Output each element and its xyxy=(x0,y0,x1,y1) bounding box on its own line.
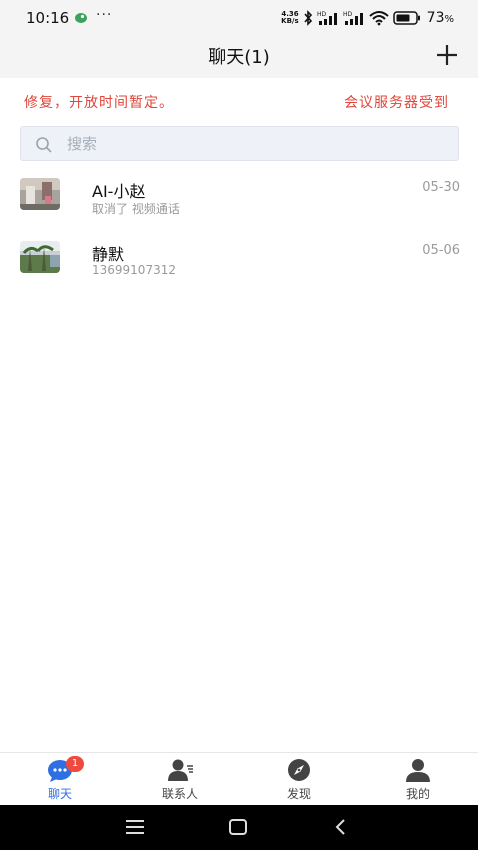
chat-list-panel: 修复，开放时间暂定。 会议服务器受到 AI-小赵 取消了 视频通话 05-30 xyxy=(0,78,478,752)
page-title: 聊天(1) xyxy=(208,47,270,68)
contact-name: 静默 xyxy=(92,245,125,264)
avatar xyxy=(20,241,60,273)
signal-hd-icon-2: HD xyxy=(343,11,363,25)
tab-discover-label: 发现 xyxy=(286,787,311,801)
compass-icon xyxy=(288,759,310,781)
top-bar: 聊天(1) xyxy=(0,36,478,78)
search-input[interactable] xyxy=(67,127,447,160)
message-date: 05-30 xyxy=(422,180,460,195)
conversation-item[interactable]: AI-小赵 取消了 视频通话 05-30 xyxy=(0,178,478,238)
search-bar[interactable] xyxy=(20,126,459,161)
notice-text-left: 修复，开放时间暂定。 xyxy=(24,95,174,111)
svg-text:HD: HD xyxy=(317,11,327,18)
network-speed: 4.36 KB/s xyxy=(281,10,299,25)
conversation-item[interactable]: 静默 13699107312 05-06 xyxy=(0,241,478,301)
battery-icon xyxy=(392,11,420,25)
wifi-icon xyxy=(368,11,389,26)
more-notifications-icon: ··· xyxy=(96,7,113,23)
contacts-icon xyxy=(168,759,193,781)
home-icon[interactable] xyxy=(227,817,249,837)
status-bar: 10:16 ··· 4.36 KB/s HD HD 73% xyxy=(0,0,478,36)
unread-badge: 1 xyxy=(66,756,84,772)
system-nav-bar xyxy=(0,805,478,850)
tab-discover[interactable]: 发现 xyxy=(239,753,359,806)
message-date: 05-06 xyxy=(422,243,460,258)
menu-icon[interactable] xyxy=(124,817,146,837)
tab-me[interactable]: 我的 xyxy=(358,753,478,806)
back-icon[interactable] xyxy=(330,817,352,837)
contact-name: AI-小赵 xyxy=(92,182,146,201)
tab-chat-label: 聊天 xyxy=(47,787,72,801)
avatar xyxy=(20,178,60,210)
svg-text:HD: HD xyxy=(343,11,353,18)
last-message: 取消了 视频通话 xyxy=(92,202,180,216)
notice-marquee: 修复，开放时间暂定。 会议服务器受到 xyxy=(0,92,478,114)
search-icon xyxy=(36,137,52,153)
profile-icon xyxy=(406,759,430,782)
battery-percent: 73% xyxy=(426,10,454,26)
signal-hd-icon: HD xyxy=(317,11,337,25)
tab-contacts[interactable]: 联系人 xyxy=(120,753,240,806)
status-time: 10:16 xyxy=(26,9,70,27)
tab-chat[interactable]: 1 聊天 xyxy=(0,753,120,806)
notice-text-right: 会议服务器受到 xyxy=(344,95,449,111)
tab-me-label: 我的 xyxy=(405,787,430,801)
bottom-tab-bar: 1 聊天 联系人 发现 我的 xyxy=(0,752,478,805)
tab-contacts-label: 联系人 xyxy=(161,787,198,801)
bluetooth-icon xyxy=(304,10,312,26)
last-message: 13699107312 xyxy=(92,263,176,277)
app-notification-icon xyxy=(75,13,87,23)
add-icon[interactable] xyxy=(434,42,460,68)
